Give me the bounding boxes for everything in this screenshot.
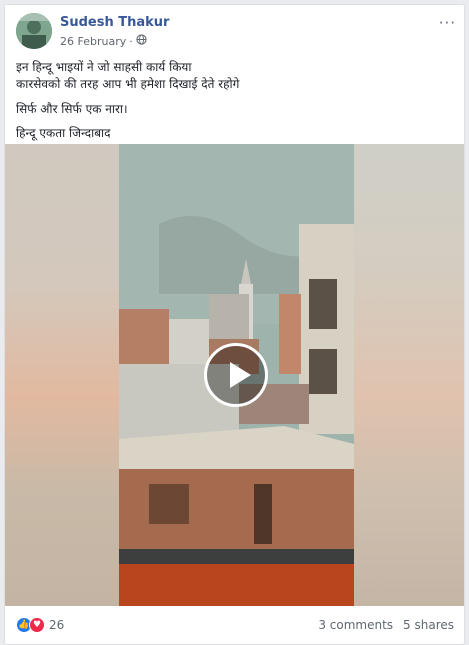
more-options-icon[interactable]: ··· bbox=[439, 14, 456, 32]
post-line-4: हिन्दू एकता जिन्दाबाद bbox=[16, 126, 111, 140]
reactions-summary[interactable]: 👍 ♥ 26 bbox=[16, 617, 64, 633]
comments-link[interactable]: 3 comments bbox=[318, 618, 393, 632]
post-card: Sudesh Thakur 26 February · ··· इन हिन्द… bbox=[4, 4, 465, 645]
meta-separator: · bbox=[129, 34, 133, 48]
play-button[interactable] bbox=[204, 343, 268, 407]
post-date[interactable]: 26 February bbox=[60, 35, 126, 48]
post-meta: 26 February · bbox=[60, 34, 147, 48]
post-footer: 👍 ♥ 26 3 comments 5 shares bbox=[16, 615, 454, 635]
avatar[interactable] bbox=[16, 13, 52, 49]
post-line-2: कारसेवको की तरह आप भी हमेशा दिखाई देते र… bbox=[16, 77, 240, 91]
reaction-count: 26 bbox=[49, 618, 65, 632]
video-blur-left bbox=[5, 144, 119, 606]
post-line-1: इन हिन्दू भाइयों ने जो साहसी कार्य किया bbox=[16, 60, 192, 74]
author-name[interactable]: Sudesh Thakur bbox=[60, 15, 169, 30]
globe-icon bbox=[136, 34, 147, 48]
post-text: इन हिन्दू भाइयों ने जो साहसी कार्य किया … bbox=[16, 59, 452, 149]
shares-link[interactable]: 5 shares bbox=[403, 618, 454, 632]
video-player[interactable] bbox=[5, 144, 464, 606]
post-header: Sudesh Thakur 26 February · ··· bbox=[16, 12, 456, 54]
post-line-3: सिर्फ और सिर्फ एक नारा। bbox=[16, 102, 128, 116]
video-blur-right bbox=[354, 144, 464, 606]
love-icon: ♥ bbox=[29, 617, 45, 633]
post-line: इन हिन्दू भाइयों ने जो साहसी कार्य किया … bbox=[16, 59, 452, 93]
